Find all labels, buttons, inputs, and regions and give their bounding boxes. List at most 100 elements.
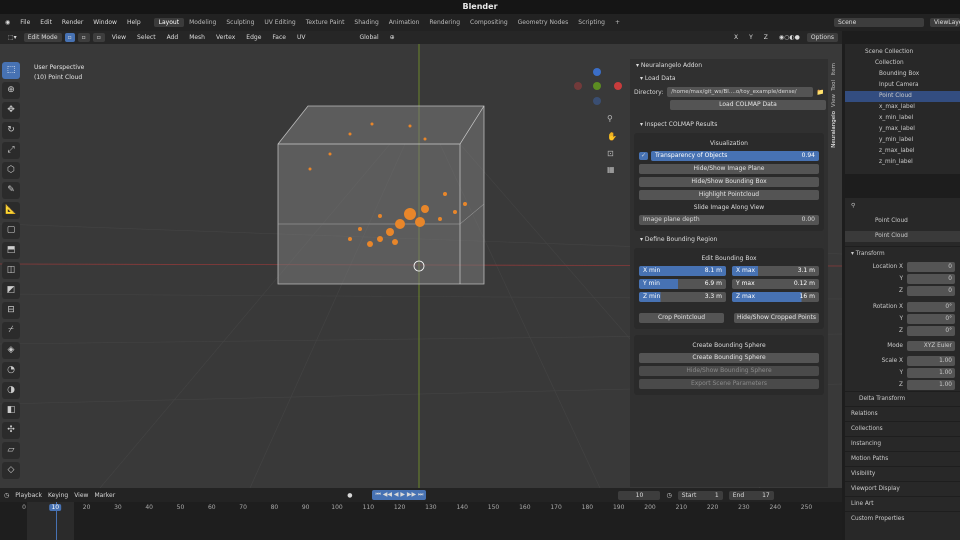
menu-window[interactable]: Window [88, 19, 122, 26]
outliner-item[interactable]: y_min_label [845, 135, 960, 146]
menu-view[interactable]: View [108, 34, 130, 41]
menu-render[interactable]: Render [57, 19, 88, 26]
shrink-icon[interactable]: ✣ [2, 422, 20, 439]
menu-edit[interactable]: Edit [35, 19, 57, 26]
transparency-checkbox[interactable]: ✓ [639, 152, 649, 160]
load-data-header[interactable]: ▾ Load Data [630, 72, 828, 85]
prop-row[interactable]: Y 0° [845, 313, 960, 325]
menu-view[interactable]: View [74, 492, 88, 499]
prop-row[interactable]: Z0 [845, 285, 960, 297]
start-frame-field[interactable]: Start 1 [677, 490, 723, 500]
hide-show-sphere-button[interactable]: Hide/Show Bounding Sphere [639, 366, 819, 376]
object-name-field[interactable]: Point Cloud [845, 231, 960, 242]
outliner-root[interactable]: Scene Collection [845, 47, 960, 58]
clock-icon[interactable]: ◷ [4, 492, 9, 499]
highlight-pointcloud-button[interactable]: Highlight Pointcloud [639, 190, 819, 200]
transparency-slider[interactable]: Transparency of Objects 0.94 [651, 151, 819, 161]
directory-field[interactable]: /home/max/git_ws/Bl....o/toy_example/den… [667, 87, 813, 97]
define-bbox-header[interactable]: ▾ Define Bounding Region [630, 233, 828, 246]
search-icon[interactable]: ⚲ [845, 201, 960, 212]
menu-marker[interactable]: Marker [94, 492, 115, 499]
outliner-item[interactable]: z_max_label [845, 146, 960, 157]
section-viewport-display[interactable]: Viewport Display [845, 481, 960, 496]
menu-add[interactable]: Add [163, 34, 183, 41]
transform-icon[interactable]: ⬡ [2, 162, 20, 179]
poly-build-icon[interactable]: ◈ [2, 342, 20, 359]
menu-select[interactable]: Select [133, 34, 160, 41]
section-collections[interactable]: Collections [845, 421, 960, 436]
options-dropdown[interactable]: Options [806, 33, 838, 42]
extrude-icon[interactable]: ⬒ [2, 242, 20, 259]
edge-slide-icon[interactable]: ◧ [2, 402, 20, 419]
outliner-item[interactable]: Collection [845, 58, 960, 69]
menu-edge[interactable]: Edge [242, 34, 265, 41]
rotate-icon[interactable]: ↻ [2, 122, 20, 139]
outliner-item[interactable]: Input Camera [845, 80, 960, 91]
outliner-item[interactable]: z_min_label [845, 157, 960, 168]
snap-icon[interactable]: ⊕ [386, 34, 399, 41]
section-custom-properties[interactable]: Custom Properties [845, 511, 960, 526]
record-icon[interactable]: ● [347, 492, 352, 499]
add-cube-icon[interactable]: ▢ [2, 222, 20, 239]
outliner-item[interactable]: x_max_label [845, 102, 960, 113]
prop-row[interactable]: Rotation X 0° [845, 301, 960, 313]
prop-row[interactable]: Mode XYZ Euler [845, 340, 960, 352]
menu-face[interactable]: Face [268, 34, 290, 41]
export-scene-button[interactable]: Export Scene Parameters [639, 379, 819, 389]
tab-geometry-nodes[interactable]: Geometry Nodes [513, 18, 574, 27]
tab-tool[interactable]: Tool [831, 80, 837, 91]
tab-item[interactable]: Item [831, 63, 837, 76]
add-workspace-button[interactable]: + [610, 18, 625, 27]
measure-icon[interactable]: 📐 [2, 202, 20, 219]
section-line-art[interactable]: Line Art [845, 496, 960, 511]
scene-selector[interactable]: Scene [834, 18, 924, 27]
tab-compositing[interactable]: Compositing [465, 18, 513, 27]
section-instancing[interactable]: Instancing [845, 436, 960, 451]
inset-icon[interactable]: ◫ [2, 262, 20, 279]
viewlayer-selector[interactable]: ViewLayer [930, 18, 960, 27]
cursor-icon[interactable]: ⊕ [2, 82, 20, 99]
playback-controls[interactable]: ⏮ ◀◀ ◀ ▶ ▶▶ ⏭ [372, 490, 427, 500]
mirror-z-toggle[interactable]: Z [760, 34, 772, 41]
tab-uv-editing[interactable]: UV Editing [259, 18, 300, 27]
mirror-x-toggle[interactable]: X [730, 34, 742, 41]
x-min-field[interactable]: X min 8.1 m [639, 266, 726, 276]
menu-vertex[interactable]: Vertex [212, 34, 239, 41]
shading-mode-icons[interactable]: ◉○◐● [775, 34, 804, 41]
menu-mesh[interactable]: Mesh [185, 34, 209, 41]
z-min-field[interactable]: Z min 3.3 m [639, 292, 726, 302]
x-max-field[interactable]: X max 3.1 m [732, 266, 819, 276]
prop-row[interactable]: Z 0° [845, 325, 960, 337]
hide-show-image-plane-button[interactable]: Hide/Show Image Plane [639, 164, 819, 174]
hide-show-cropped-button[interactable]: Hide/Show Cropped Points [734, 313, 819, 323]
mirror-y-toggle[interactable]: Y [745, 34, 757, 41]
crop-pointcloud-button[interactable]: Crop Pointcloud [639, 313, 724, 323]
addon-title[interactable]: ▾ Neuralangelo Addon [630, 59, 828, 72]
menu-keying[interactable]: Keying [48, 492, 68, 499]
tab-view[interactable]: View [831, 94, 837, 107]
section-motion-paths[interactable]: Motion Paths [845, 451, 960, 466]
blender-logo-icon[interactable]: ◉ [0, 19, 15, 26]
image-plane-depth-field[interactable]: Image plane depth 0.00 [639, 215, 819, 225]
shear-icon[interactable]: ▱ [2, 442, 20, 459]
bevel-icon[interactable]: ◩ [2, 282, 20, 299]
y-max-field[interactable]: Y max 0.12 m [732, 279, 819, 289]
select-box-icon[interactable]: ⬚ [2, 62, 20, 79]
tab-shading[interactable]: Shading [349, 18, 383, 27]
menu-uv[interactable]: UV [293, 34, 310, 41]
tab-texture-paint[interactable]: Texture Paint [301, 18, 350, 27]
annotate-icon[interactable]: ✎ [2, 182, 20, 199]
mode-selector[interactable]: Edit Mode [23, 33, 62, 42]
knife-icon[interactable]: ⌿ [2, 322, 20, 339]
editor-type-icon[interactable]: ⬚▾ [4, 34, 21, 41]
z-max-field[interactable]: Z max 16 m [732, 292, 819, 302]
end-frame-field[interactable]: End 17 [728, 490, 774, 500]
vertex-select-icon[interactable]: ▫ [64, 33, 75, 42]
inspect-header[interactable]: ▾ Inspect COLMAP Results [630, 118, 828, 131]
tab-rendering[interactable]: Rendering [424, 18, 465, 27]
menu-file[interactable]: File [15, 19, 35, 26]
spin-icon[interactable]: ◔ [2, 362, 20, 379]
y-min-field[interactable]: Y min 6.9 m [639, 279, 726, 289]
prop-row[interactable]: Y0 [845, 273, 960, 285]
menu-help[interactable]: Help [122, 19, 146, 26]
